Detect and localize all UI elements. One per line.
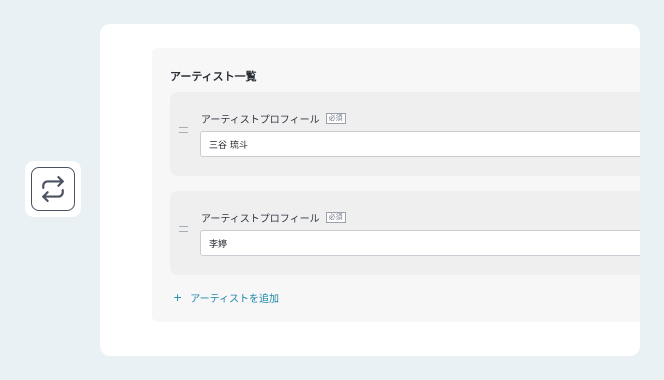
section-title: アーティスト一覧	[170, 70, 257, 83]
page: アーティスト一覧 アーティストプロフィール 必須 アーティストプロフィール 必須…	[0, 0, 664, 380]
artist-profile-input[interactable]	[200, 131, 640, 157]
repeat-button[interactable]	[31, 167, 75, 211]
add-artist-button[interactable]: + アーティストを追加	[173, 290, 279, 305]
artist-profile-input[interactable]	[200, 230, 640, 256]
field-label-text: アーティストプロフィール	[201, 214, 320, 225]
field-label: アーティストプロフィール 必須	[201, 210, 346, 225]
repeat-icon	[42, 176, 64, 202]
drag-handle-icon[interactable]	[179, 226, 188, 232]
add-artist-label: アーティストを追加	[190, 294, 280, 305]
required-badge: 必須	[325, 212, 346, 223]
artist-item: アーティストプロフィール 必須	[170, 92, 640, 176]
repeat-tile	[25, 161, 81, 217]
required-badge: 必須	[325, 113, 346, 124]
drag-handle-icon[interactable]	[179, 127, 188, 133]
field-label: アーティストプロフィール 必須	[201, 111, 346, 126]
form-card: アーティスト一覧 アーティストプロフィール 必須 アーティストプロフィール 必須…	[100, 24, 640, 356]
plus-icon: +	[173, 291, 183, 304]
field-label-text: アーティストプロフィール	[201, 115, 320, 126]
artist-item: アーティストプロフィール 必須	[170, 191, 640, 275]
artist-list-panel: アーティスト一覧 アーティストプロフィール 必須 アーティストプロフィール 必須…	[152, 48, 640, 322]
